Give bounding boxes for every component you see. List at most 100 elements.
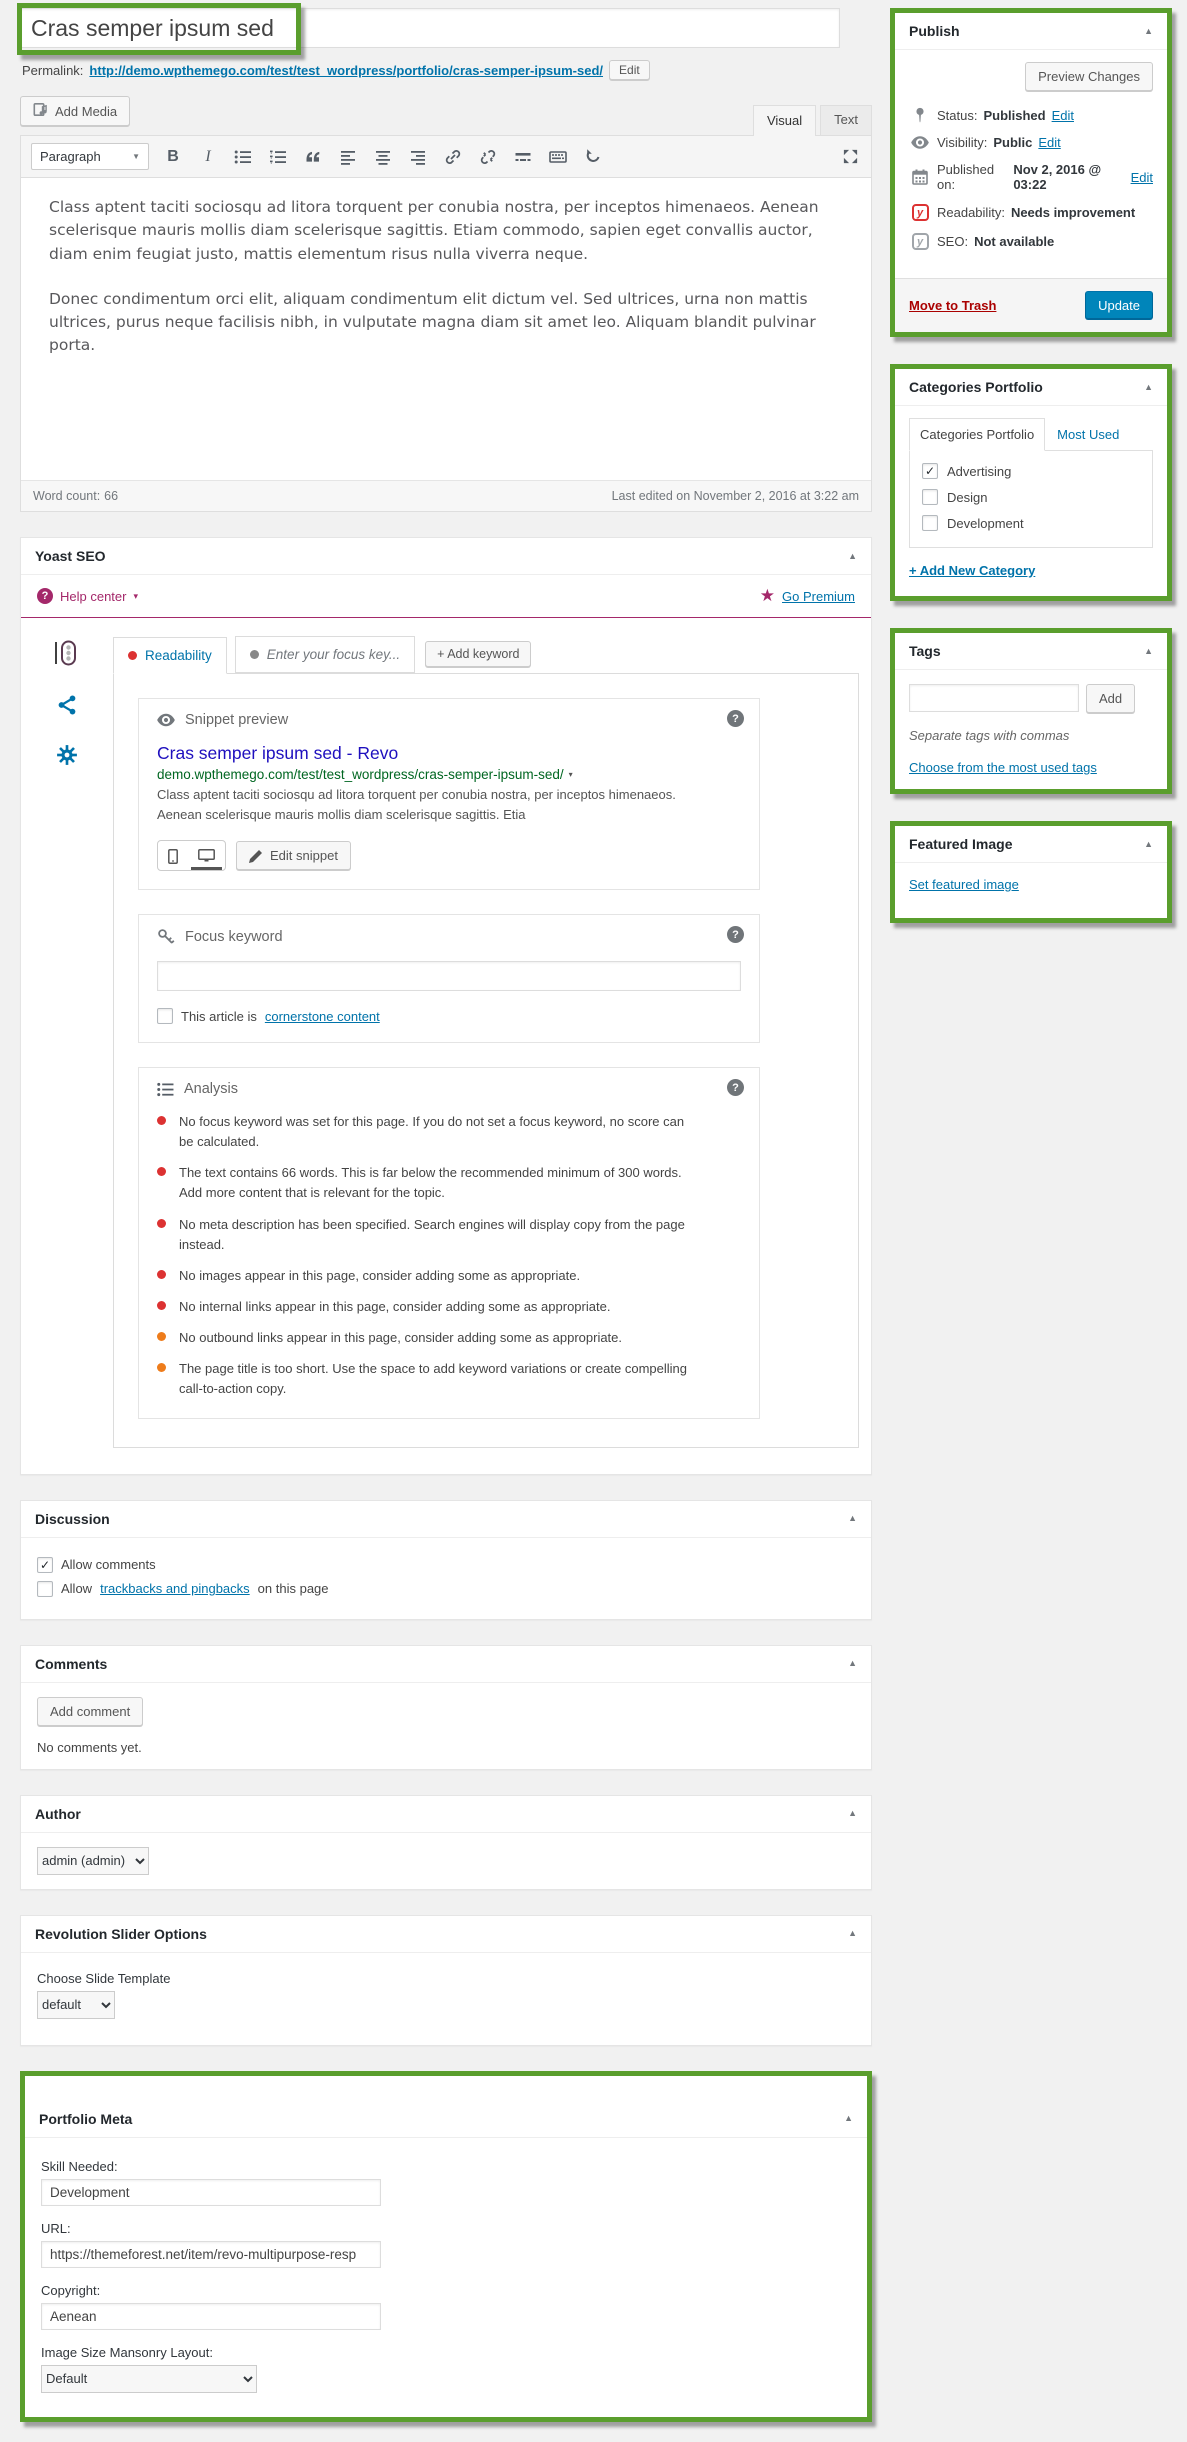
collapse-toggle-icon[interactable]: ▲: [848, 1929, 857, 1938]
yoast-readability-icon: y: [912, 204, 929, 221]
category-label: Advertising: [947, 464, 1011, 479]
category-checkbox[interactable]: [922, 463, 938, 479]
portfolio-meta-panel-title: Portfolio Meta: [39, 2111, 132, 2127]
paragraph-format-select[interactable]: Paragraph ▼: [31, 143, 149, 170]
bullet-list-icon[interactable]: [232, 146, 254, 168]
collapse-toggle-icon[interactable]: ▲: [848, 1809, 857, 1818]
analysis-text: No internal links appear in this page, c…: [179, 1297, 610, 1317]
analysis-text: The text contains 66 words. This is far …: [179, 1163, 702, 1203]
category-checkbox[interactable]: [922, 489, 938, 505]
add-media-button[interactable]: Add Media: [20, 96, 130, 126]
tab-all-categories[interactable]: Categories Portfolio: [909, 418, 1045, 451]
toolbar-toggle-icon[interactable]: [547, 146, 569, 168]
collapse-toggle-icon[interactable]: ▲: [844, 2114, 853, 2123]
collapse-toggle-icon[interactable]: ▲: [848, 1514, 857, 1523]
tab-focus-keyword[interactable]: Enter your focus key...: [235, 636, 415, 673]
analysis-item: The page title is too short. Use the spa…: [157, 1359, 702, 1399]
help-icon[interactable]: ?: [727, 710, 744, 727]
preview-changes-button[interactable]: Preview Changes: [1025, 62, 1153, 91]
published-on-edit-link[interactable]: Edit: [1131, 170, 1153, 185]
align-center-icon[interactable]: [372, 146, 394, 168]
desktop-preview-icon[interactable]: [188, 841, 225, 870]
tab-readability[interactable]: Readability: [113, 637, 227, 674]
tab-most-used[interactable]: Most Used: [1045, 419, 1131, 450]
collapse-toggle-icon[interactable]: ▲: [848, 552, 857, 561]
permalink-link[interactable]: http://demo.wpthemego.com/test/test_word…: [89, 63, 603, 78]
image-size-select[interactable]: Default: [41, 2365, 257, 2393]
add-tag-button[interactable]: Add: [1086, 684, 1135, 713]
allow-comments-label: Allow comments: [61, 1557, 156, 1572]
skill-needed-input[interactable]: [41, 2179, 381, 2206]
allow-trackbacks-checkbox[interactable]: [37, 1581, 53, 1597]
set-featured-image-link[interactable]: Set featured image: [909, 877, 1019, 892]
update-button[interactable]: Update: [1085, 291, 1153, 320]
status-edit-link[interactable]: Edit: [1052, 108, 1074, 123]
list-icon: [157, 1082, 174, 1097]
visibility-edit-link[interactable]: Edit: [1038, 135, 1060, 150]
fullscreen-icon[interactable]: [839, 146, 861, 168]
go-premium-link[interactable]: Go Premium: [782, 589, 855, 604]
add-keyword-button[interactable]: + Add keyword: [425, 641, 531, 667]
copyright-input[interactable]: [41, 2303, 381, 2330]
comments-panel-title: Comments: [35, 1656, 107, 1672]
share-icon[interactable]: [56, 694, 78, 716]
align-right-icon[interactable]: [407, 146, 429, 168]
trackbacks-link[interactable]: trackbacks and pingbacks: [100, 1581, 250, 1596]
highlight-box-tags: Tags ▲ Add Separate tags with commas Cho…: [890, 628, 1172, 794]
collapse-toggle-icon[interactable]: ▲: [1144, 27, 1153, 36]
italic-icon[interactable]: I: [197, 146, 219, 168]
add-comment-button[interactable]: Add comment: [37, 1697, 143, 1726]
yoast-seo-icon: y: [912, 233, 929, 250]
focus-keyword-input[interactable]: [157, 961, 741, 991]
numbered-list-icon[interactable]: [267, 146, 289, 168]
bold-icon[interactable]: B: [162, 146, 184, 168]
yoast-icon-rail: [21, 636, 113, 1448]
gear-icon[interactable]: [56, 744, 78, 766]
collapse-toggle-icon[interactable]: ▲: [1144, 840, 1153, 849]
title-section: [20, 8, 872, 48]
editor-content-area[interactable]: Class aptent taciti sociosqu ad litora t…: [21, 178, 871, 480]
cornerstone-checkbox[interactable]: [157, 1008, 173, 1024]
highlight-box-categories: Categories Portfolio ▲ Categories Portfo…: [890, 364, 1172, 601]
most-used-tags-link[interactable]: Choose from the most used tags: [909, 760, 1097, 775]
published-on-value: Nov 2, 2016 @ 03:22: [1013, 162, 1124, 192]
add-new-category-link[interactable]: + Add New Category: [909, 563, 1035, 578]
slide-template-select[interactable]: default: [37, 1991, 115, 2019]
url-input[interactable]: [41, 2241, 381, 2268]
move-to-trash-link[interactable]: Move to Trash: [909, 298, 996, 313]
allow-comments-checkbox[interactable]: [37, 1557, 53, 1573]
blockquote-icon[interactable]: [302, 146, 324, 168]
categories-panel-title: Categories Portfolio: [909, 379, 1043, 395]
media-row: Add Media Visual Text: [20, 96, 872, 135]
help-icon[interactable]: ?: [727, 1079, 744, 1096]
permalink-edit-button[interactable]: Edit: [609, 60, 650, 80]
unlink-icon[interactable]: [477, 146, 499, 168]
link-icon[interactable]: [442, 146, 464, 168]
snippet-url: demo.wpthemego.com/test/test_wordpress/c…: [157, 767, 564, 782]
permalink-label: Permalink:: [22, 63, 83, 78]
collapse-toggle-icon[interactable]: ▲: [1144, 383, 1153, 392]
tab-visual[interactable]: Visual: [753, 105, 816, 136]
cornerstone-link[interactable]: cornerstone content: [265, 1009, 380, 1024]
refresh-icon[interactable]: [582, 146, 604, 168]
author-select[interactable]: admin (admin): [37, 1847, 149, 1875]
editor-status-bar: Word count: 66 Last edited on November 2…: [21, 480, 871, 511]
tags-input[interactable]: [909, 684, 1079, 712]
category-checkbox[interactable]: [922, 515, 938, 531]
readability-score-dot: [128, 651, 137, 660]
post-title-input[interactable]: [20, 8, 840, 48]
align-left-icon[interactable]: [337, 146, 359, 168]
help-center-button[interactable]: ? Help center ▾: [37, 588, 138, 604]
mobile-preview-icon[interactable]: [158, 841, 188, 870]
readability-tab-label: Readability: [145, 648, 212, 663]
edit-post-page: Permalink: http://demo.wpthemego.com/tes…: [0, 0, 1187, 2442]
collapse-toggle-icon[interactable]: ▲: [848, 1659, 857, 1668]
edit-snippet-button[interactable]: Edit snippet: [236, 841, 351, 870]
collapse-toggle-icon[interactable]: ▲: [1144, 647, 1153, 656]
severity-dot: [157, 1116, 166, 1125]
help-icon[interactable]: ?: [727, 926, 744, 943]
analysis-text: No images appear in this page, consider …: [179, 1266, 580, 1286]
more-tag-icon[interactable]: [512, 146, 534, 168]
snippet-title[interactable]: Cras semper ipsum sed - Revo: [157, 743, 741, 764]
tab-text[interactable]: Text: [820, 105, 872, 135]
